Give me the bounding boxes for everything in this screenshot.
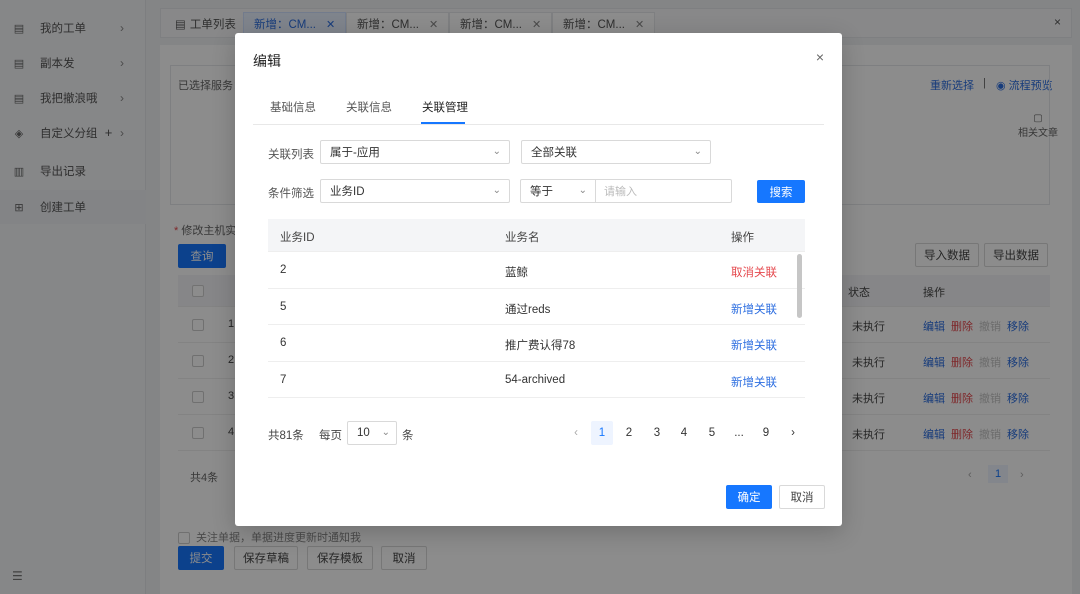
page-2[interactable]: 2 xyxy=(618,421,640,445)
page-size-unit: 条 xyxy=(402,430,414,442)
unlink-button[interactable]: 取消关联 xyxy=(731,264,777,280)
page-4[interactable]: 4 xyxy=(673,421,695,445)
column-header: 业务名 xyxy=(505,232,540,244)
chevron-down-icon: ⌄ xyxy=(578,185,587,196)
cell-id: 7 xyxy=(280,373,287,386)
filter-value-input[interactable]: 请输入 xyxy=(596,179,732,203)
search-button[interactable]: 搜索 xyxy=(757,180,805,203)
table-row: 7 54-archived 新增关联 xyxy=(268,362,805,398)
tab-relation-info[interactable]: 关联信息 xyxy=(346,99,392,115)
page-ellipsis[interactable]: ... xyxy=(728,421,750,445)
page-3[interactable]: 3 xyxy=(646,421,668,445)
cell-name: 54-archived xyxy=(505,373,566,386)
add-link-button[interactable]: 新增关联 xyxy=(731,337,777,353)
tab-basic-info[interactable]: 基础信息 xyxy=(270,99,316,115)
tab-relation-management[interactable]: 关联管理 xyxy=(422,99,468,115)
table-row: 5 通过reds 新增关联 xyxy=(268,289,805,325)
close-icon[interactable]: × xyxy=(816,49,824,65)
select-value: 全部关联 xyxy=(531,147,577,159)
table-row: 2 蓝鲸 取消关联 xyxy=(268,252,805,289)
chevron-down-icon: ⌄ xyxy=(693,146,702,157)
relation-list-label: 关联列表 xyxy=(268,149,314,161)
select-value: 10 xyxy=(357,427,370,439)
cell-id: 6 xyxy=(280,337,287,349)
table-scrollbar[interactable] xyxy=(797,254,802,318)
next-page-icon[interactable]: › xyxy=(782,421,804,445)
chevron-down-icon: ⌄ xyxy=(492,146,501,157)
edit-modal: 编辑 × 基础信息 关联信息 关联管理 关联列表 属于-应用 ⌄ 全部关联 ⌄ … xyxy=(235,33,842,526)
cell-name: 通过reds xyxy=(505,303,551,316)
relation-table: 业务ID 业务名 操作 2 蓝鲸 取消关联 5 通过reds 新增关联 6 推广… xyxy=(268,219,805,409)
select-value: 等于 xyxy=(530,186,553,198)
column-header: 业务ID xyxy=(280,232,315,244)
add-link-button[interactable]: 新增关联 xyxy=(731,301,777,317)
page-5[interactable]: 5 xyxy=(701,421,723,445)
chevron-down-icon: ⌄ xyxy=(492,185,501,196)
filter-label: 条件筛选 xyxy=(268,188,314,200)
active-tab-indicator xyxy=(421,122,465,124)
select-value: 业务ID xyxy=(330,186,365,198)
tab-divider xyxy=(253,124,824,125)
table-row: 6 推广费认得78 新增关联 xyxy=(268,325,805,362)
table-header: 业务ID 业务名 操作 xyxy=(268,219,805,252)
per-page-label: 每页 xyxy=(319,430,342,442)
cell-name: 蓝鲸 xyxy=(505,267,528,279)
cell-name: 推广费认得78 xyxy=(505,340,576,352)
filter-field-select[interactable]: 业务ID ⌄ xyxy=(320,179,510,203)
page-size-select[interactable]: 10 ⌄ xyxy=(347,421,397,445)
select-value: 属于-应用 xyxy=(330,147,380,159)
page-1[interactable]: 1 xyxy=(591,421,613,445)
column-header: 操作 xyxy=(731,232,754,244)
filter-operator-select[interactable]: 等于 ⌄ xyxy=(520,179,596,203)
confirm-button[interactable]: 确定 xyxy=(726,485,772,509)
pagination-total: 共81条 xyxy=(268,430,304,442)
cell-id: 5 xyxy=(280,300,287,313)
chevron-down-icon: ⌄ xyxy=(381,427,390,438)
prev-page-icon[interactable]: ‹ xyxy=(565,421,587,445)
relation-type-select[interactable]: 属于-应用 ⌄ xyxy=(320,140,510,164)
cell-id: 2 xyxy=(280,264,287,276)
page-9[interactable]: 9 xyxy=(755,421,777,445)
modal-title: 编辑 xyxy=(253,53,281,69)
cancel-button[interactable]: 取消 xyxy=(779,485,825,509)
relation-scope-select[interactable]: 全部关联 ⌄ xyxy=(521,140,711,164)
add-link-button[interactable]: 新增关联 xyxy=(731,374,777,390)
